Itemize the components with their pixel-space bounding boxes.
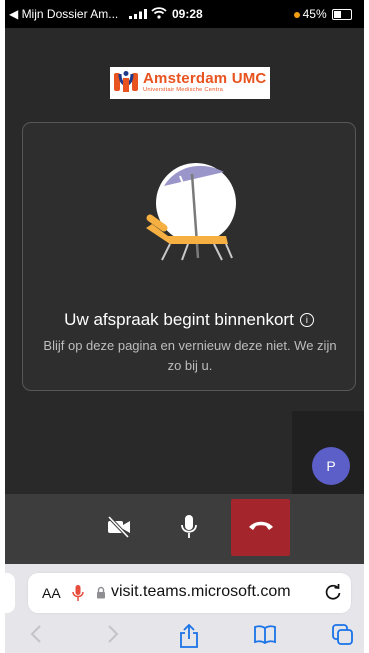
camera-toggle-button[interactable] [89,499,149,559]
microphone-in-use-icon[interactable] [72,584,84,607]
forward-chevron-icon[interactable] [106,624,120,649]
avatar: P [312,447,350,485]
lock-icon [96,586,106,604]
bookmarks-icon[interactable] [253,624,277,649]
browser-toolbar [5,623,364,653]
recording-dot-icon [293,11,300,18]
logo-subtitle: Universitair Medische Centra [143,87,224,93]
clock: 09:28 [172,7,203,21]
status-bar: ◀ Mijn Dossier Am... 09:28 45% [5,0,364,28]
previous-tab-preview[interactable] [5,573,15,613]
signal-icon [129,8,147,22]
browser-bottom-bar: AA visit.teams.microsoft.com [5,564,364,653]
microphone-toggle-button[interactable] [159,499,219,559]
address-bar[interactable]: AA visit.teams.microsoft.com [28,573,351,613]
info-icon[interactable]: i [299,313,314,327]
umc-logo-mark-icon [114,70,138,101]
battery-status: 45% [293,7,352,21]
call-controls [5,494,364,564]
back-chevron-icon[interactable] [29,624,43,649]
wifi-icon [151,7,167,22]
hang-up-icon [248,519,274,537]
url-text[interactable]: visit.teams.microsoft.com [111,583,291,601]
battery-icon [332,9,352,21]
battery-percentage: 45% [302,7,327,21]
microphone-icon [180,514,198,545]
back-to-app-link[interactable]: ◀ Mijn Dossier Am... [9,7,118,21]
logo-name: Amsterdam UMC [143,70,267,87]
share-icon[interactable] [179,623,199,653]
hang-up-button[interactable] [231,499,290,556]
lobby-title-text: Uw afspraak begint binnenkort [64,310,294,329]
reload-icon[interactable] [324,583,342,606]
lobby-message: Blijf op deze pagina en vernieuw deze ni… [43,338,337,373]
camera-off-icon [106,515,132,543]
lobby-title: Uw afspraak begint binnenkort i [23,310,355,330]
tabs-icon[interactable] [332,624,354,651]
teams-visit-screen: ◀ Mijn Dossier Am... 09:28 45% Amsterdam… [5,0,364,653]
amsterdam-umc-logo: Amsterdam UMC Universitair Medische Cent… [110,67,270,99]
lobby-card: Uw afspraak begint binnenkort i Blijf op … [22,122,356,391]
beach-chair-illustration [146,163,236,261]
text-size-button[interactable]: AA [42,585,61,601]
